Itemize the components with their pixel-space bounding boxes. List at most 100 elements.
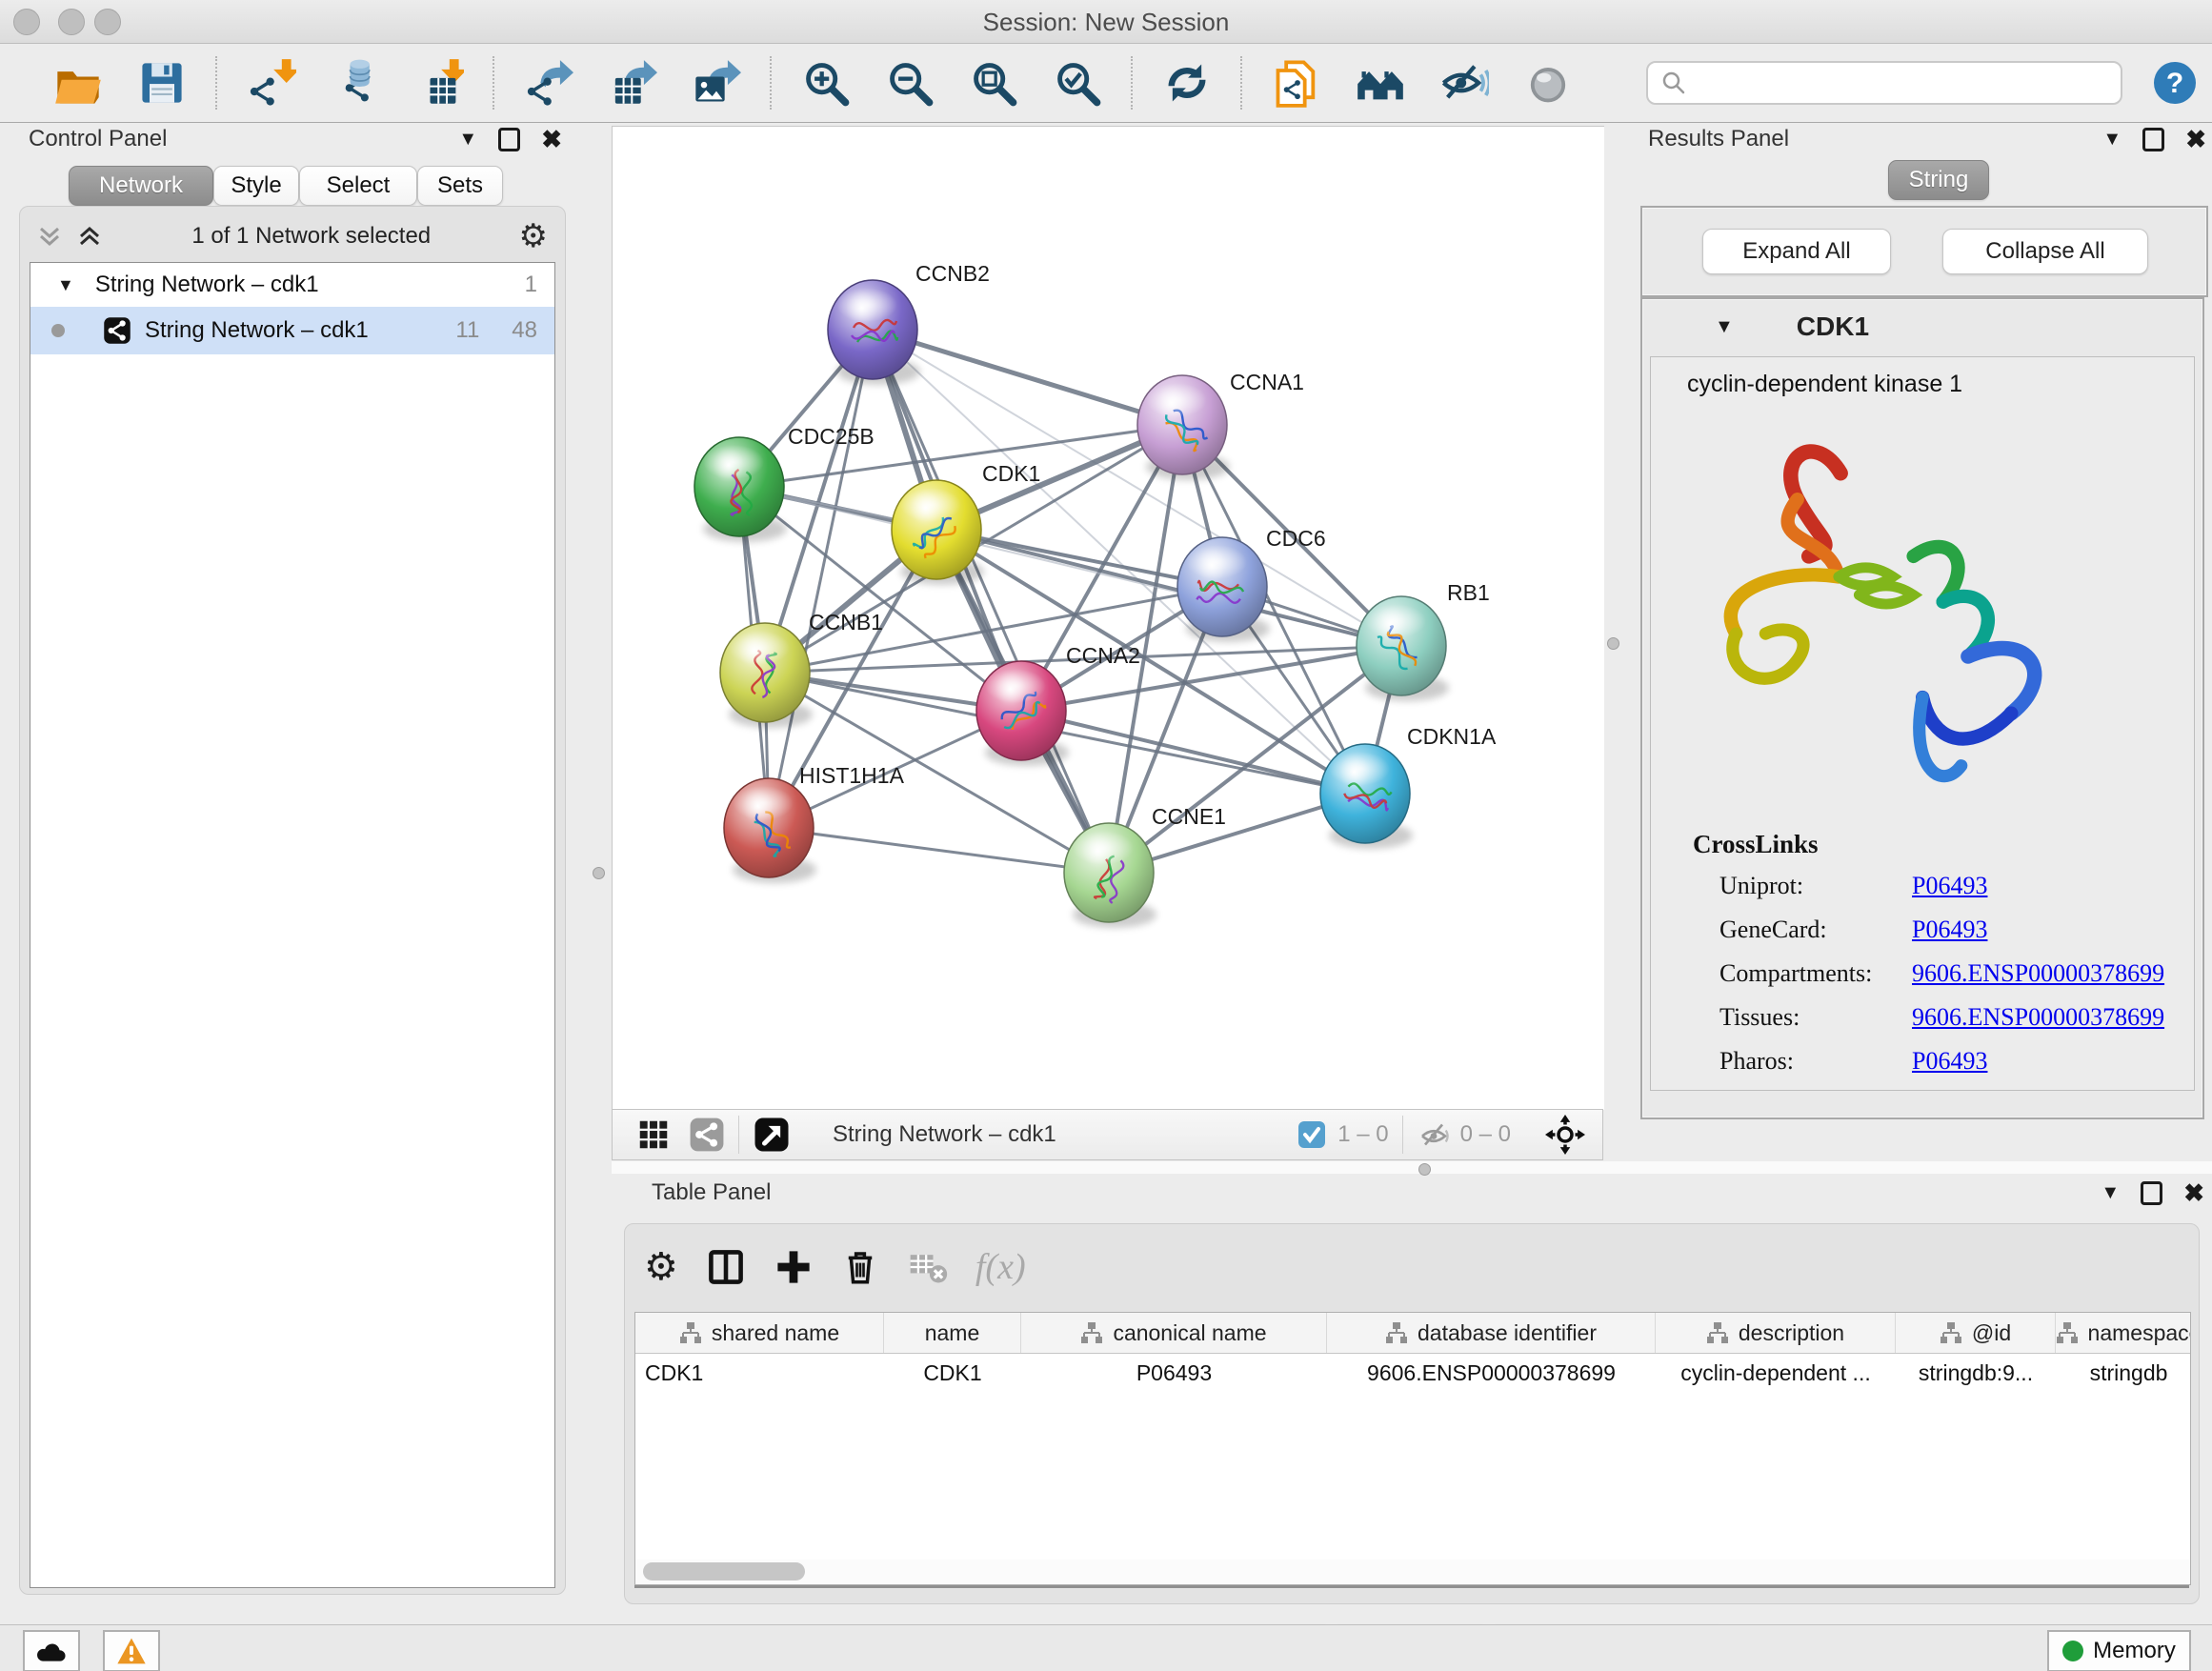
edge-CCNB2-CCNA1[interactable] xyxy=(873,330,1182,425)
column-header--id[interactable]: @id xyxy=(1896,1313,2056,1353)
node-CCNB2[interactable] xyxy=(828,280,920,385)
cell--id[interactable]: stringdb:9... xyxy=(1896,1354,2056,1392)
crosslink-link[interactable]: 9606.ENSP00000378699 xyxy=(1912,1003,2164,1032)
float-panel-icon[interactable] xyxy=(498,128,520,151)
column-header-shared-name[interactable]: shared name xyxy=(635,1313,884,1353)
network-canvas[interactable]: CCNB2CCNA1CDC25BCDK1CDC6RB1CCNB1CCNA2CDK… xyxy=(612,126,1604,1110)
tab-select[interactable]: Select xyxy=(299,166,417,206)
left-splitter-handle[interactable] xyxy=(593,867,605,879)
crosslink-link[interactable]: P06493 xyxy=(1912,916,1987,944)
column-header-canonical-name[interactable]: canonical name xyxy=(1021,1313,1327,1353)
grid-view-icon[interactable] xyxy=(635,1117,672,1153)
column-header-description[interactable]: description xyxy=(1656,1313,1896,1353)
float-panel-icon[interactable] xyxy=(2142,128,2164,151)
node-CCNE1[interactable] xyxy=(1064,823,1156,928)
node-CCNA1[interactable] xyxy=(1137,375,1230,480)
zoom-out-icon[interactable] xyxy=(882,55,937,111)
crosslink-row: Pharos:P06493 xyxy=(1719,1047,2167,1076)
tab-sets[interactable]: Sets xyxy=(417,166,503,206)
edge-CCNA2-CDKN1A[interactable] xyxy=(1021,711,1365,794)
node-CDK1[interactable] xyxy=(892,480,984,585)
column-header-namespace[interactable]: namespace xyxy=(2056,1313,2191,1353)
cell-namespace[interactable]: stringdb xyxy=(2056,1354,2191,1392)
selected-checkbox-icon[interactable] xyxy=(1297,1120,1326,1149)
help-icon[interactable]: ? xyxy=(2147,55,2202,111)
edge-CCNB2-CCNE1[interactable] xyxy=(873,330,1109,873)
node-label-CDC25B: CDC25B xyxy=(788,424,875,449)
node-RB1[interactable] xyxy=(1357,596,1449,701)
gene-section-header[interactable]: ▼ CDK1 xyxy=(1642,299,2202,354)
save-icon[interactable] xyxy=(134,55,190,111)
delete-column-icon[interactable] xyxy=(840,1247,880,1287)
column-header-database-identifier[interactable]: database identifier xyxy=(1327,1313,1656,1353)
close-panel-icon[interactable]: ✖ xyxy=(2185,127,2206,151)
tab-network[interactable]: Network xyxy=(69,166,213,206)
table-toolbar: ⚙ f(x) xyxy=(644,1236,1026,1299)
zoom-selected-icon[interactable] xyxy=(1050,55,1105,111)
warning-button[interactable] xyxy=(103,1630,160,1671)
expand-all-icon[interactable] xyxy=(75,222,104,251)
tab-string[interactable]: String xyxy=(1888,160,1989,200)
shared-column-icon xyxy=(1080,1321,1103,1344)
crosslink-link[interactable]: 9606.ENSP00000378699 xyxy=(1912,959,2164,988)
network-collection-row[interactable]: ▼ String Network – cdk1 1 xyxy=(30,263,554,307)
memory-button[interactable]: Memory xyxy=(2047,1630,2191,1671)
export-network-icon[interactable] xyxy=(521,55,576,111)
zoom-fit-icon[interactable] xyxy=(966,55,1021,111)
column-header-name[interactable]: name xyxy=(884,1313,1021,1353)
export-image-icon[interactable] xyxy=(689,55,744,111)
collapse-panel-icon[interactable]: ▼ xyxy=(2101,1183,2120,1202)
search-input[interactable] xyxy=(1646,61,2122,105)
hide-selected-icon[interactable] xyxy=(1437,55,1492,111)
node-CCNB1[interactable] xyxy=(720,623,813,728)
collapse-all-icon[interactable] xyxy=(35,222,64,251)
table-row[interactable]: CDK1CDK1P064939606.ENSP00000378699cyclin… xyxy=(635,1354,2190,1392)
crosslink-link[interactable]: P06493 xyxy=(1912,872,1987,900)
close-panel-icon[interactable]: ✖ xyxy=(541,127,562,151)
collection-count: 1 xyxy=(525,272,537,298)
show-all-icon[interactable] xyxy=(1520,55,1576,111)
network-view-icon[interactable] xyxy=(689,1117,725,1153)
cell-description[interactable]: cyclin-dependent ... xyxy=(1656,1354,1896,1392)
cell-shared-name[interactable]: CDK1 xyxy=(635,1354,884,1392)
float-panel-icon[interactable] xyxy=(2141,1181,2162,1205)
open-icon[interactable] xyxy=(50,55,106,111)
cell-database-identifier[interactable]: 9606.ENSP00000378699 xyxy=(1327,1354,1656,1392)
pan-crosshair-icon[interactable] xyxy=(1545,1115,1585,1155)
import-database-icon[interactable] xyxy=(328,55,383,111)
cell-canonical-name[interactable]: P06493 xyxy=(1021,1354,1327,1392)
export-table-icon[interactable] xyxy=(605,55,660,111)
cell-name[interactable]: CDK1 xyxy=(884,1354,1021,1392)
close-panel-icon[interactable]: ✖ xyxy=(2183,1180,2204,1205)
right-splitter-handle[interactable] xyxy=(1607,637,1619,650)
section-expander-icon[interactable]: ▼ xyxy=(1715,317,1734,336)
network-row-selected[interactable]: String Network – cdk1 11 48 xyxy=(30,307,554,354)
import-network-icon[interactable] xyxy=(244,55,299,111)
tab-style[interactable]: Style xyxy=(213,166,299,206)
edge-HIST1H1A-CCNE1[interactable] xyxy=(769,828,1109,873)
apply-layout-icon[interactable] xyxy=(1159,55,1215,111)
add-column-icon[interactable] xyxy=(774,1247,814,1287)
collapse-panel-icon[interactable]: ▼ xyxy=(458,130,477,149)
collapse-panel-icon[interactable]: ▼ xyxy=(2102,130,2122,149)
gear-icon[interactable]: ⚙ xyxy=(519,217,548,255)
first-neighbors-icon[interactable] xyxy=(1353,55,1408,111)
node-CDC25B[interactable] xyxy=(694,437,787,542)
cloud-button[interactable] xyxy=(23,1630,80,1671)
show-columns-icon[interactable] xyxy=(705,1246,747,1288)
tree-expander-icon[interactable]: ▼ xyxy=(57,276,74,293)
horizontal-scrollbar[interactable] xyxy=(634,1560,2191,1585)
scrollbar-thumb[interactable] xyxy=(643,1562,805,1580)
node-CDKN1A[interactable] xyxy=(1320,744,1413,849)
import-table-icon[interactable] xyxy=(412,55,467,111)
gear-icon[interactable]: ⚙ xyxy=(644,1245,678,1289)
birdseye-view-icon[interactable] xyxy=(753,1116,791,1154)
crosslink-link[interactable]: P06493 xyxy=(1912,1047,1987,1076)
node-HIST1H1A[interactable] xyxy=(724,778,816,883)
node-CDC6[interactable] xyxy=(1177,537,1270,642)
node-CCNA2[interactable] xyxy=(976,661,1069,766)
zoom-in-icon[interactable] xyxy=(798,55,854,111)
new-network-from-selection-icon[interactable] xyxy=(1269,55,1324,111)
expand-all-button[interactable]: Expand All xyxy=(1702,229,1891,274)
collapse-all-button[interactable]: Collapse All xyxy=(1942,229,2148,274)
